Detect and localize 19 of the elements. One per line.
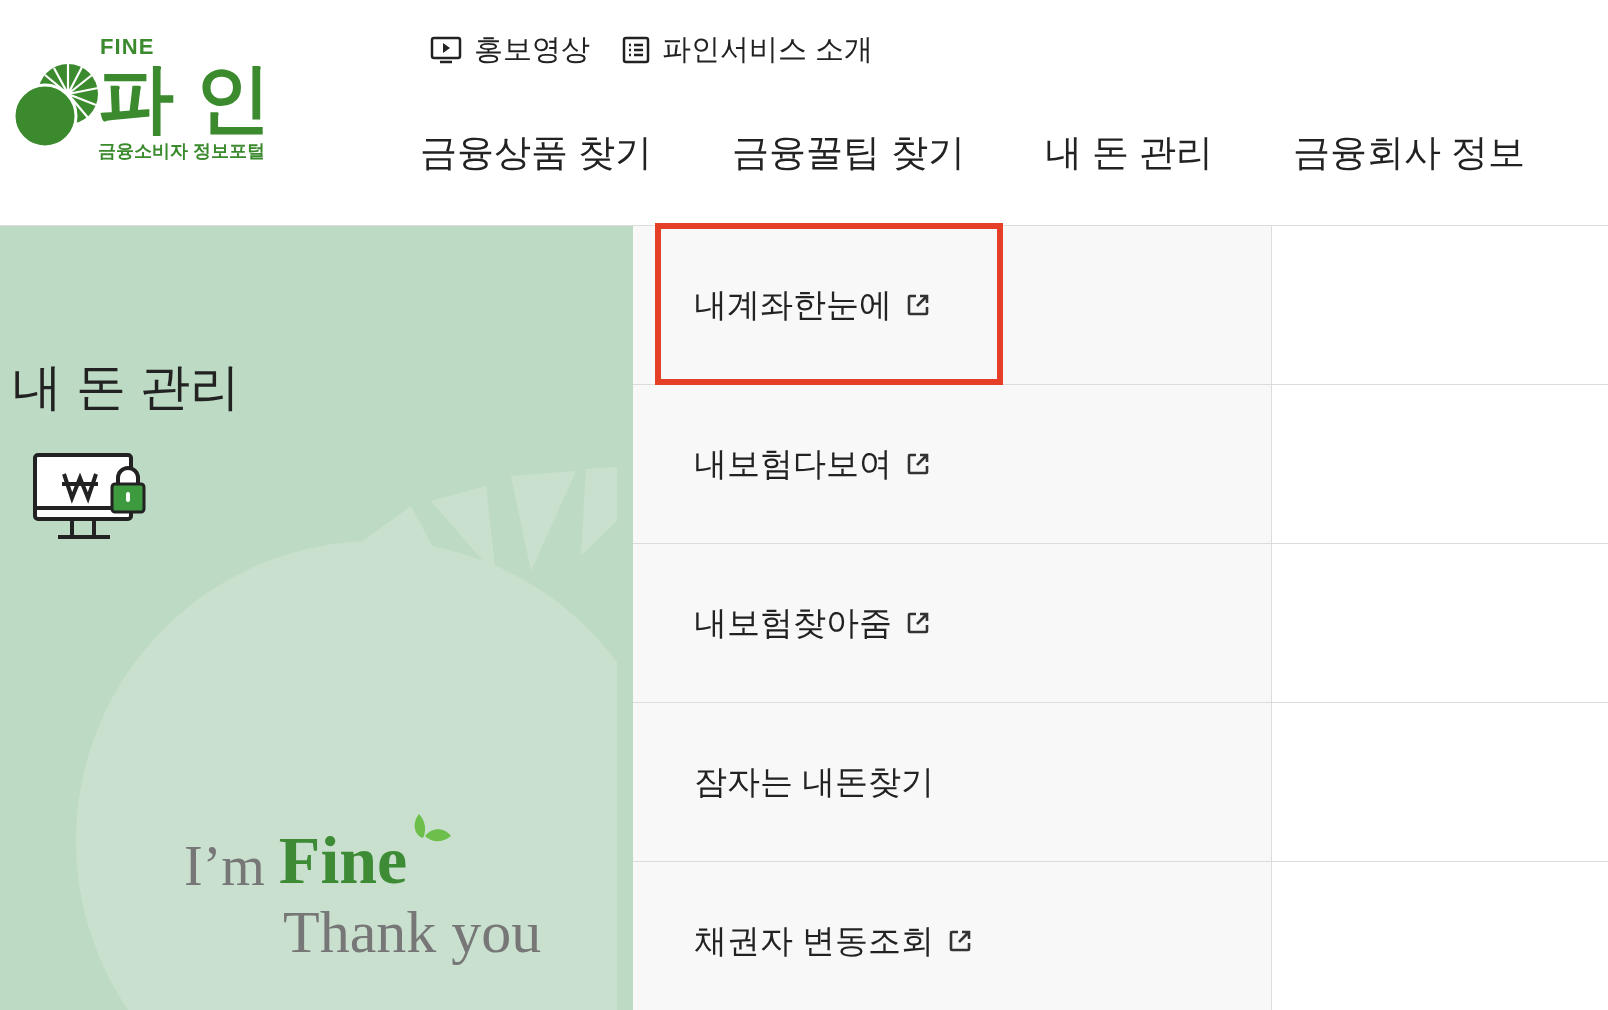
- list-icon: [622, 35, 650, 64]
- nav-link[interactable]: 금융회사 정보: [1293, 133, 1526, 171]
- logo-title: 파 인: [98, 60, 272, 136]
- logo-caption: FINE: [100, 36, 155, 58]
- menu-link[interactable]: 내보험찾아줌: [694, 598, 930, 648]
- menu-link[interactable]: 잠자는 내돈찾기: [694, 757, 935, 807]
- menu-link[interactable]: 내보험다보여: [694, 439, 930, 489]
- nav-link[interactable]: 금융꿀팁 찾기: [732, 133, 965, 171]
- nav-link[interactable]: 금융상품 찾기: [420, 133, 653, 171]
- menu-link[interactable]: 채권자 변동조회: [694, 916, 973, 966]
- play-screen-icon: [430, 35, 462, 64]
- menu-link[interactable]: 내계좌한눈에: [694, 280, 930, 330]
- slogan-text: I’m: [184, 838, 265, 894]
- top-link[interactable]: 파인서비스 소개: [622, 28, 874, 72]
- top-link[interactable]: 홍보영상: [430, 28, 590, 72]
- logo-subtitle: 금융소비자 정보포털: [98, 142, 265, 160]
- nav-link[interactable]: 내 돈 관리: [1044, 133, 1214, 171]
- panel-title: 내 돈 관리: [12, 362, 241, 412]
- slogan-text: Fine: [278, 826, 408, 894]
